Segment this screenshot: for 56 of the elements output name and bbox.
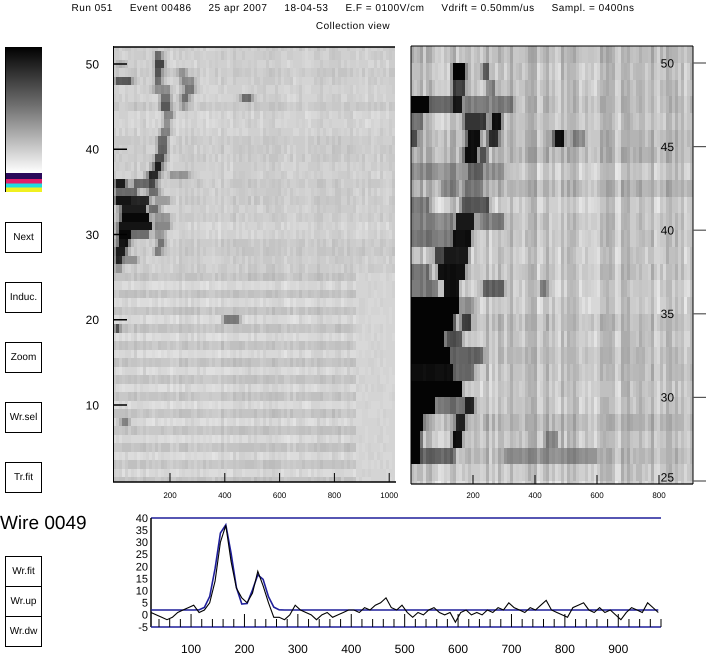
axis-tick-label: 100 bbox=[181, 642, 202, 656]
axis-tick-label: 600 bbox=[272, 491, 286, 500]
axis-tick-label: 40 bbox=[136, 512, 148, 525]
event-info-text: 25 apr 2007 bbox=[208, 3, 268, 15]
command-button[interactable]: Next bbox=[5, 222, 42, 253]
axis-tick-label: 20 bbox=[86, 313, 99, 328]
axis-tick-label: 800 bbox=[554, 642, 575, 656]
axis-tick-label: 10 bbox=[136, 586, 148, 598]
axis-tick-label: 30 bbox=[660, 390, 674, 405]
axis-tick-label: 50 bbox=[660, 56, 674, 70]
axis-tick-label: 600 bbox=[448, 642, 468, 656]
view-title: Collection view bbox=[316, 21, 390, 33]
axis-tick-label: 50 bbox=[86, 57, 99, 72]
axis-tick-label: 45 bbox=[660, 140, 674, 154]
axis-tick-label: 500 bbox=[394, 642, 415, 656]
axis-tick-label: 200 bbox=[466, 491, 480, 500]
axis-tick-label: 700 bbox=[501, 642, 522, 656]
event-info-text: Event 00486 bbox=[130, 3, 192, 15]
command-button[interactable]: Wr.sel bbox=[5, 402, 42, 433]
axis-tick-label: 40 bbox=[86, 142, 99, 157]
axis-tick-label: 20 bbox=[136, 561, 148, 574]
axis-tick-label: 35 bbox=[660, 307, 674, 322]
command-button[interactable]: Tr.fit bbox=[5, 462, 42, 493]
event-info-text: 18-04-53 bbox=[284, 3, 328, 15]
axis-tick-label: 400 bbox=[218, 491, 232, 500]
axis-tick-label: 25 bbox=[660, 470, 674, 484]
axis-tick-label: 900 bbox=[608, 642, 628, 656]
event-info-text: Vdrift = 0.50mm/us bbox=[441, 3, 535, 15]
wire-title: Wire 0049 bbox=[0, 513, 87, 535]
axis-tick-label: 400 bbox=[528, 491, 542, 500]
axis-tick-label: 0 bbox=[142, 610, 148, 622]
axis-tick-label: 600 bbox=[590, 491, 604, 500]
axis-tick-label: 200 bbox=[163, 491, 177, 500]
axis-tick-label: 30 bbox=[136, 537, 148, 550]
axis-tick-label: 5 bbox=[142, 598, 148, 610]
axis-tick-label: 1000 bbox=[380, 491, 398, 500]
axis-tick-label: 10 bbox=[86, 398, 99, 412]
command-button[interactable]: Induc. bbox=[5, 282, 42, 313]
axis-tick-label: 300 bbox=[288, 642, 308, 656]
axis-tick-label: 400 bbox=[341, 642, 362, 656]
event-info-text: E.F = 0100V/cm bbox=[345, 3, 424, 15]
axis-tick-label: 40 bbox=[660, 224, 674, 238]
command-button[interactable]: Zoom bbox=[5, 342, 42, 373]
axis-tick-label: 35 bbox=[136, 524, 148, 537]
event-info-text: Sampl. = 0400ns bbox=[552, 3, 634, 15]
command-button[interactable]: Wr.dw bbox=[5, 616, 42, 647]
command-button[interactable]: Wr.fit bbox=[5, 556, 42, 587]
axis-tick-label: -5 bbox=[138, 622, 148, 634]
axis-tick-label: 800 bbox=[328, 491, 342, 500]
axis-tick-label: 200 bbox=[234, 642, 254, 656]
axis-tick-label: 15 bbox=[136, 573, 148, 586]
event-info-text: Run 051 bbox=[72, 3, 113, 15]
command-button[interactable]: Wr.up bbox=[5, 586, 42, 617]
axis-tick-label: 800 bbox=[652, 491, 666, 500]
axis-tick-label: 25 bbox=[136, 549, 148, 562]
axis-tick-label: 30 bbox=[86, 228, 99, 242]
